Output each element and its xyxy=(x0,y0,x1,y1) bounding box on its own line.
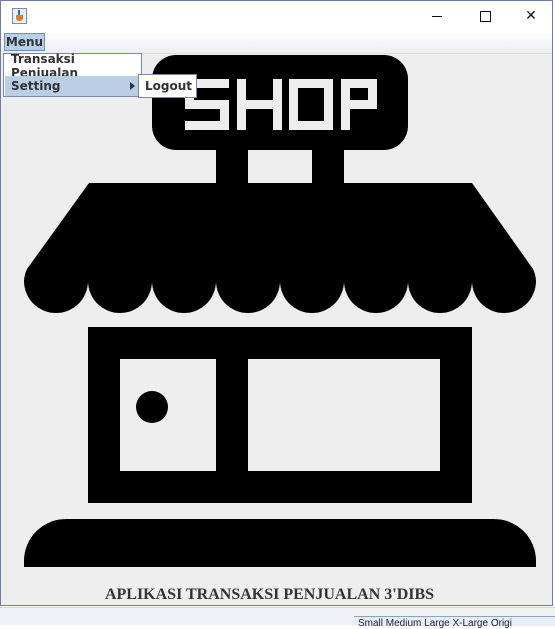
setting-submenu: Logout xyxy=(138,74,197,98)
menu-item-transaksi-penjualan[interactable]: Transaksi Penjualan xyxy=(5,52,140,80)
app-title: APLIKASI TRANSAKSI PENJUALAN 3'DIBS xyxy=(104,586,435,603)
door-knob xyxy=(136,391,168,423)
shop-counter xyxy=(24,519,536,567)
shop-awning xyxy=(24,183,536,313)
background-window-strip: Small Medium Large X-Large Origi xyxy=(0,607,555,629)
shop-sign-letters xyxy=(185,79,377,130)
menu-item-setting-label: Setting xyxy=(11,79,61,93)
menu-item-setting[interactable]: Setting xyxy=(5,76,140,96)
chevron-right-icon xyxy=(130,82,135,90)
menu-popup: Transaksi Penjualan Setting xyxy=(3,52,142,97)
background-panel xyxy=(0,608,352,625)
menu-item-logout[interactable]: Logout xyxy=(140,77,195,95)
